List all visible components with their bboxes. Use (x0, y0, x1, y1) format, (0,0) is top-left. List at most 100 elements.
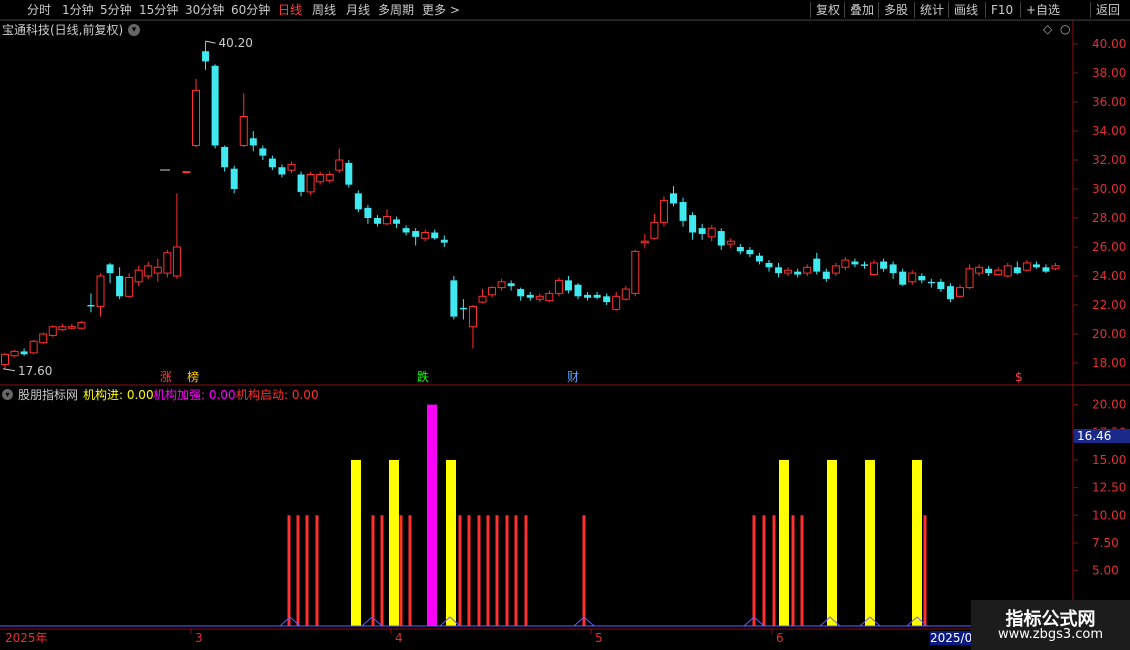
indicator-bar (524, 515, 528, 626)
indicator-bar (458, 515, 462, 626)
candle-body (985, 268, 993, 274)
price-tick-label: 22.00 (1092, 298, 1126, 312)
candle-body (412, 231, 420, 237)
candle-body (354, 193, 362, 210)
candle-body (689, 215, 697, 233)
candle-body (603, 296, 611, 303)
indicator-bar (762, 515, 766, 626)
candle-body (431, 232, 439, 239)
candle-body (621, 288, 630, 300)
candle-body (908, 272, 917, 283)
candle-body (775, 267, 783, 274)
candle-body (851, 261, 859, 265)
candle-body (96, 275, 105, 307)
candle-body (87, 305, 95, 307)
candle-body (153, 266, 162, 274)
indicator-tick-label: 12.50 (1092, 481, 1126, 495)
candle-body (507, 283, 515, 287)
candle-body (946, 286, 954, 300)
indicator-bar (752, 515, 756, 626)
candle-body (631, 250, 640, 294)
candle-body (1, 353, 9, 365)
candle-body (822, 271, 830, 279)
candle-body (77, 321, 86, 329)
date-label-start: 2025年 (5, 631, 48, 645)
candle-body (316, 174, 325, 183)
candle-body (707, 227, 716, 238)
indicator-bar (923, 515, 927, 626)
candle-body (670, 193, 677, 204)
candle-body (468, 305, 477, 328)
candle-body (640, 240, 649, 244)
indicator-bar (779, 459, 789, 626)
candle-body (297, 174, 305, 192)
indicator-bar (287, 515, 291, 626)
indicator-bar (315, 515, 319, 626)
candle-body (182, 171, 191, 174)
candle-body (1022, 262, 1031, 271)
candle-body (67, 326, 76, 329)
indicator-bar (486, 515, 490, 626)
low-pointer (2, 368, 16, 372)
candle-body (593, 294, 601, 298)
candle-body (889, 264, 897, 274)
candle-body (535, 295, 544, 300)
indicator-bar (371, 515, 375, 626)
candle-body (564, 280, 572, 291)
candle-body (29, 340, 38, 354)
candle-body (364, 207, 372, 218)
candle-body (48, 326, 57, 336)
candle-body (402, 228, 410, 233)
candle-body (249, 138, 257, 146)
date-label-may: 5 (595, 631, 603, 645)
candle-body (975, 266, 984, 274)
candle-body (918, 276, 926, 281)
chart-canvas: 40.20 17.60 涨榜 跌 财 $ 18.00 20.00 22.00 24.00 26.0… (0, 19, 1130, 634)
candle-body (841, 259, 850, 268)
candle-body (1051, 265, 1060, 270)
indicator-bar (389, 459, 399, 626)
indicator-bar (800, 515, 804, 626)
date-label-june: 6 (776, 631, 784, 645)
candle-body (554, 279, 563, 294)
candle-body (803, 266, 812, 274)
indicator-bar (514, 515, 518, 626)
price-tick-label: 26.00 (1092, 240, 1126, 254)
candle-body (765, 262, 773, 268)
candle-body (794, 271, 802, 275)
indicator-bar (380, 515, 384, 626)
indicator-bar (305, 515, 309, 626)
indicator-bar (408, 515, 412, 626)
candle-body (116, 276, 124, 297)
candle-body (106, 264, 114, 274)
candle-body (937, 281, 945, 290)
candle-body (259, 148, 267, 156)
low-label: 17.60 (18, 364, 52, 378)
candle-body (1003, 265, 1012, 277)
event-marker-1: 榜 (187, 369, 199, 384)
candle-body (421, 232, 430, 239)
event-marker-2: 跌 (417, 369, 429, 384)
high-pointer (205, 40, 216, 44)
indicator-bar (772, 515, 776, 626)
candle-body (755, 255, 763, 262)
price-tick-label: 36.00 (1092, 95, 1126, 109)
price-tick-label: 32.00 (1092, 153, 1126, 167)
candle-body (144, 265, 153, 277)
current-value-tag: 16.46 (1074, 429, 1130, 443)
candle-body (746, 249, 754, 255)
candle-body (345, 162, 353, 185)
candle-body (1013, 267, 1021, 274)
candle-body (994, 269, 1003, 276)
watermark-url: www.zbgs3.com (997, 627, 1104, 642)
candle-body (659, 200, 668, 223)
candle-body (20, 351, 28, 355)
indicator-tick-label: 15.00 (1092, 453, 1126, 467)
candle-body (172, 246, 181, 277)
candle-body (459, 307, 467, 310)
price-tick-label: 34.00 (1092, 124, 1126, 138)
candle-body (880, 261, 888, 269)
high-label: 40.20 (219, 36, 253, 50)
indicator-name: 股朋指标网 (18, 388, 79, 402)
chevron-down-icon[interactable]: ▾ (2, 389, 13, 400)
